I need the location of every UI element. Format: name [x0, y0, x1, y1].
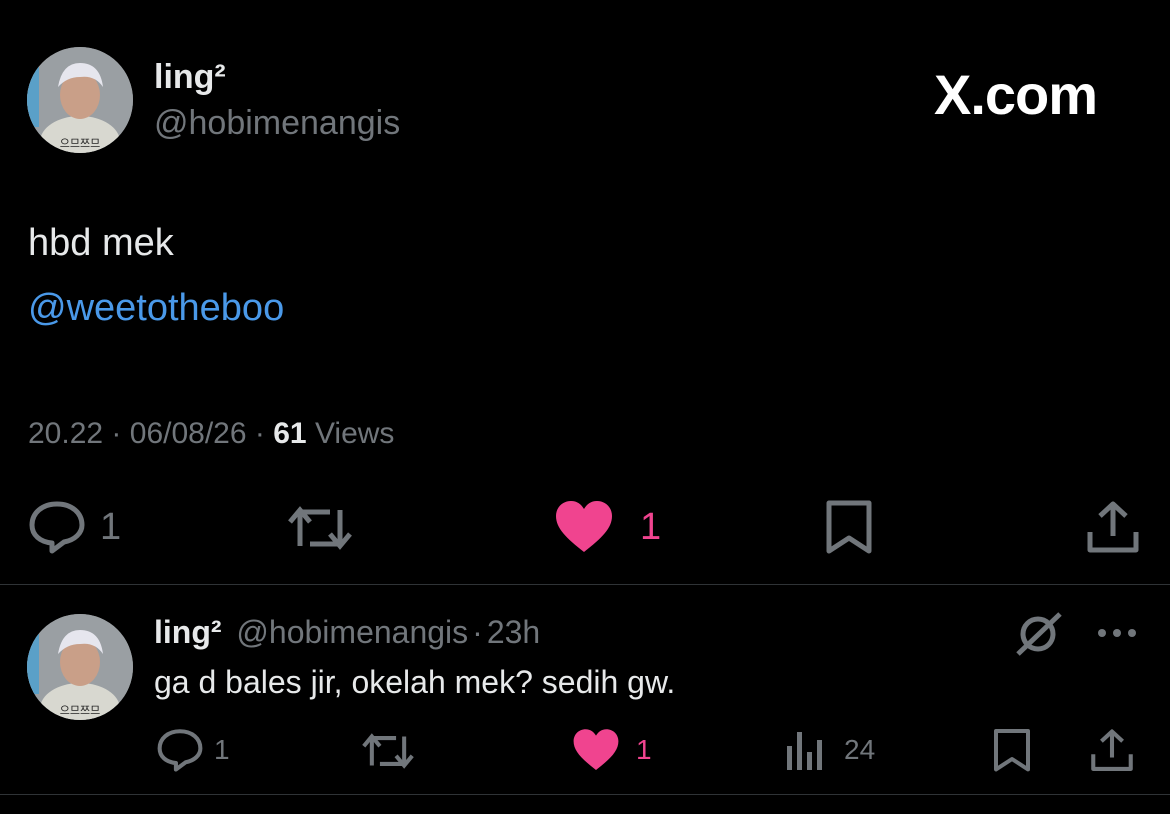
bookmark-icon	[826, 500, 872, 554]
views-count: 61	[273, 417, 307, 450]
like-button[interactable]: 1	[554, 500, 661, 554]
meta-separator: ·	[111, 417, 122, 450]
tweet-date[interactable]: 06/08/26	[130, 417, 247, 450]
grok-button[interactable]	[1014, 610, 1064, 663]
reply-handle[interactable]: @hobimenangis	[236, 614, 468, 650]
author-display-name[interactable]: ling²	[154, 58, 226, 97]
reply-reply-button[interactable]: 1	[156, 728, 230, 772]
reply-like-count: 1	[636, 734, 652, 765]
svg-text:으므쯔므: 으므쯔므	[60, 137, 100, 150]
views-label: Views	[314, 417, 395, 450]
reply-share-button[interactable]	[1090, 728, 1134, 774]
reply-text: ga d bales jir, okelah mek? sedih gw.	[154, 664, 676, 700]
share-icon	[1091, 729, 1133, 771]
tweet-divider	[0, 584, 1170, 585]
tweet-time[interactable]: 20.22	[28, 417, 103, 450]
more-icon	[1098, 629, 1136, 637]
reply-display-name[interactable]: ling²	[154, 614, 222, 650]
repost-icon	[362, 733, 414, 769]
bookmark-button[interactable]	[824, 500, 874, 556]
reply-author-avatar[interactable]: 으므쯔므	[27, 614, 133, 720]
more-button[interactable]	[1096, 626, 1138, 645]
grok-icon	[1016, 612, 1062, 656]
brand-text: X.com	[934, 63, 1098, 126]
share-button[interactable]	[1086, 500, 1140, 556]
bar-chart-icon	[787, 732, 822, 770]
reply-count: 1	[100, 505, 122, 548]
reply-bookmark-button[interactable]	[992, 728, 1032, 774]
speech-bubble-icon	[157, 729, 203, 772]
x-brand-logo: X.com	[934, 62, 1098, 127]
reply-button[interactable]: 1	[28, 500, 121, 554]
bookmark-icon	[994, 729, 1030, 772]
reply-reply-count: 1	[214, 734, 230, 765]
svg-text:으므쯔므: 으므쯔므	[60, 704, 100, 717]
like-count: 1	[640, 505, 662, 548]
heart-icon	[556, 501, 612, 552]
reply-separator: ·	[472, 614, 483, 650]
reply-repost-button[interactable]	[360, 730, 416, 772]
reply-views-count: 24	[844, 734, 876, 765]
repost-icon	[288, 506, 352, 550]
mention-link[interactable]: @weetotheboo	[28, 287, 284, 330]
tweet-meta: 20.22 · 06/08/26 · 61 Views	[28, 417, 394, 451]
author-handle[interactable]: @hobimenangis	[154, 104, 400, 143]
reply-divider	[0, 794, 1170, 795]
repost-button[interactable]	[286, 502, 354, 554]
reply-like-button[interactable]: 1	[572, 728, 652, 772]
speech-bubble-icon	[29, 501, 85, 554]
reply-time[interactable]: 23h	[487, 614, 540, 650]
author-avatar[interactable]: 으므쯔므	[27, 47, 133, 153]
meta-separator: ·	[254, 417, 265, 450]
heart-icon	[573, 729, 619, 770]
reply-views-button[interactable]: 24	[784, 728, 875, 772]
tweet-text: hbd mek	[28, 222, 174, 264]
share-icon	[1087, 501, 1139, 553]
reply-header: ling² @hobimenangis · 23h	[154, 614, 540, 651]
